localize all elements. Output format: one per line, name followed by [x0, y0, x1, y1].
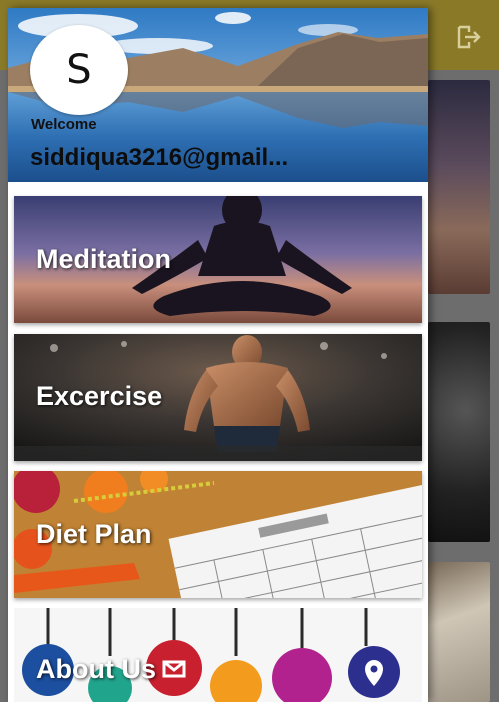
background-card: [428, 80, 490, 294]
menu-label-meditation: Meditation: [36, 244, 171, 274]
menu-item-excercise[interactable]: Excercise: [14, 334, 422, 461]
background-card: [428, 322, 490, 542]
menu-label-about-us: About Us: [36, 654, 156, 684]
navigation-drawer: S Welcome siddiqua3216@gmail... Meditati…: [8, 8, 428, 702]
menu-item-diet-plan[interactable]: Diet Plan: [14, 471, 422, 598]
welcome-label: Welcome: [31, 116, 97, 133]
user-email: siddiqua3216@gmail...: [30, 144, 289, 171]
menu-label-diet-plan: Diet Plan: [36, 519, 152, 549]
menu-item-meditation[interactable]: Meditation: [14, 196, 422, 323]
menu-item-about-us[interactable]: About Us: [14, 608, 422, 702]
app-screen: S Welcome siddiqua3216@gmail... Meditati…: [0, 0, 499, 702]
logout-button[interactable]: [452, 20, 486, 54]
avatar-initial: S: [66, 47, 92, 93]
menu-label-excercise: Excercise: [36, 381, 163, 411]
background-card: [428, 562, 490, 702]
logout-icon: [457, 25, 481, 49]
drawer-header: S Welcome siddiqua3216@gmail...: [8, 8, 428, 182]
avatar: S: [30, 25, 128, 115]
